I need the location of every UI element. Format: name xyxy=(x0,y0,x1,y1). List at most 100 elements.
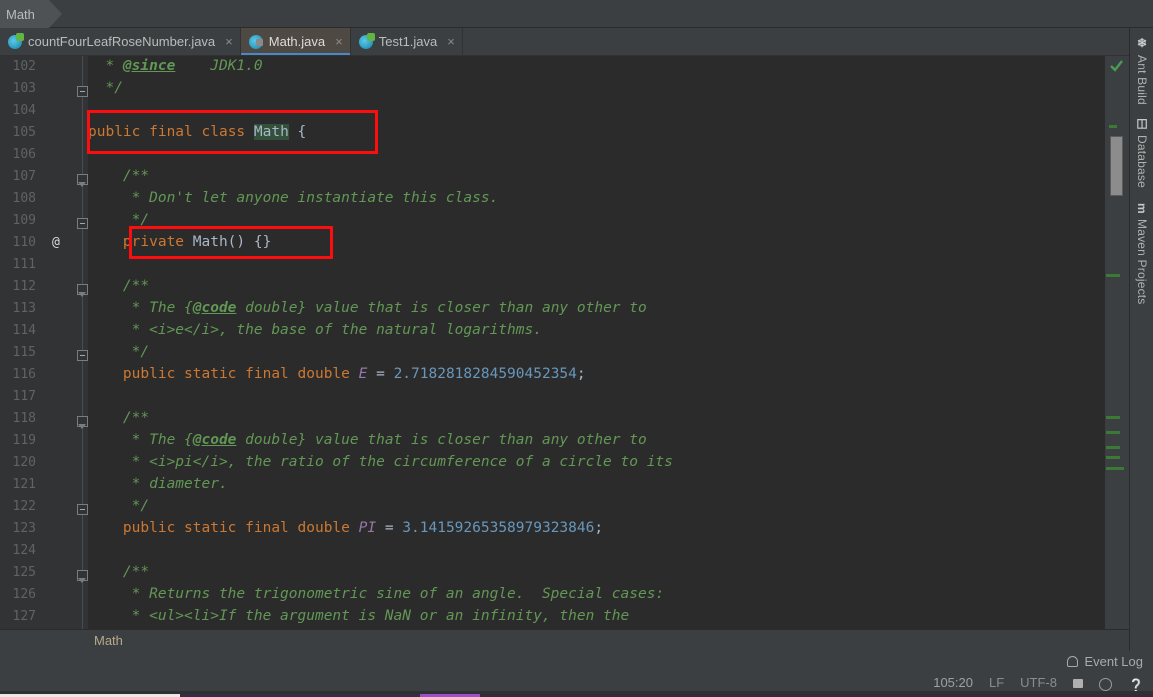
gear-icon[interactable] xyxy=(1099,678,1112,691)
code-token: * Don't let anyone instantiate this clas… xyxy=(88,190,499,206)
lock-icon[interactable] xyxy=(1073,679,1083,688)
code-line[interactable]: * Don't let anyone instantiate this clas… xyxy=(88,190,499,206)
vertical-scrollbar-thumb[interactable] xyxy=(1110,136,1123,196)
code-token: PI xyxy=(358,520,377,536)
code-line[interactable]: /** xyxy=(88,410,149,426)
line-number: 116 xyxy=(12,367,36,382)
tool-label: Ant Build xyxy=(1135,55,1149,105)
line-number: 117 xyxy=(12,389,36,404)
code-token: = xyxy=(376,520,403,536)
code-token: /** xyxy=(88,278,150,294)
line-number: 110 xyxy=(12,235,36,250)
code-line[interactable]: /** xyxy=(88,564,149,580)
code-token: { xyxy=(288,124,307,140)
line-number: 122 xyxy=(12,499,36,514)
editor-tab-1[interactable]: Math.java × xyxy=(240,28,351,55)
code-line[interactable]: private Math() {} xyxy=(88,234,271,250)
caret-position[interactable]: 105:20 xyxy=(933,675,973,690)
editor-tab-2[interactable]: Test1.java × xyxy=(350,28,463,55)
line-separator[interactable]: LF xyxy=(989,675,1004,690)
code-line[interactable]: * diameter. xyxy=(88,476,228,492)
fold-toggle-icon[interactable] xyxy=(77,86,88,97)
change-marker xyxy=(1106,446,1120,449)
code-token: public static final double xyxy=(88,366,359,382)
code-line[interactable]: * <i>pi</i>, the ratio of the circumfere… xyxy=(88,454,673,470)
line-number: 103 xyxy=(12,81,36,96)
line-number: 125 xyxy=(12,565,36,580)
line-number: 124 xyxy=(12,543,36,558)
code-line[interactable]: /** xyxy=(88,168,149,184)
code-line[interactable]: * @since JDK1.0 xyxy=(88,58,263,74)
code-token: class xyxy=(201,124,254,140)
line-number: 127 xyxy=(12,609,36,624)
editor-gutter[interactable]: 102 103 104 105 106 107 108 109 110 111 112 113 114 1… xyxy=(0,56,88,629)
code-editor[interactable]: 102 103 104 105 106 107 108 109 110 111 112 113 114 1… xyxy=(0,56,1129,629)
editor-tab-label: Math.java xyxy=(268,34,326,49)
java-class-icon xyxy=(8,32,24,49)
code-line[interactable]: * <ul><li>If the argument is NaN or an i… xyxy=(88,608,630,624)
change-marker xyxy=(1106,467,1124,470)
code-token: @code xyxy=(192,300,237,316)
code-line[interactable]: * <i>e</i>, the base of the natural loga… xyxy=(88,322,542,338)
code-token: public static final double xyxy=(88,520,359,536)
code-token: JDK1.0 xyxy=(175,58,263,74)
change-marker xyxy=(1109,125,1117,128)
code-line[interactable]: * The {@code double} value that is close… xyxy=(88,300,647,316)
close-icon[interactable]: × xyxy=(447,35,455,48)
code-line[interactable]: */ xyxy=(88,80,122,96)
code-token: ; xyxy=(594,520,604,536)
fold-toggle-icon[interactable] xyxy=(77,416,88,429)
maven-m-icon: m xyxy=(1135,203,1149,214)
breadcrumb-item-math[interactable]: Math xyxy=(0,0,62,28)
fold-toggle-icon[interactable] xyxy=(77,284,88,297)
code-token: * diameter. xyxy=(88,476,228,492)
line-number: 107 xyxy=(12,169,36,184)
tool-label: Database xyxy=(1135,135,1149,188)
breadcrumb-label: Math xyxy=(6,6,35,22)
code-line[interactable]: */ xyxy=(88,498,149,514)
fold-toggle-icon[interactable] xyxy=(77,218,88,229)
code-token: */ xyxy=(88,344,150,360)
top-breadcrumb-bar: Math xyxy=(0,0,1153,28)
code-line[interactable]: public final class Math { xyxy=(88,124,306,140)
code-line[interactable]: public static final double E = 2.7182818… xyxy=(88,366,586,382)
code-line[interactable]: /** xyxy=(88,278,149,294)
tool-button-ant-build[interactable]: ❄ Ant Build xyxy=(1130,36,1153,105)
tool-button-maven-projects[interactable]: m Maven Projects xyxy=(1130,203,1153,304)
code-token: double} value that is closer than any ot… xyxy=(236,432,647,448)
editor-tab-label: Test1.java xyxy=(378,34,438,49)
bottom-breadcrumb-label[interactable]: Math xyxy=(94,633,123,648)
fold-toggle-icon[interactable] xyxy=(77,350,88,361)
line-number: 106 xyxy=(12,147,36,162)
line-number: 126 xyxy=(12,587,36,602)
editor-marker-track[interactable] xyxy=(1105,56,1129,629)
code-content[interactable]: * @since JDK1.0 */ public final class Mat… xyxy=(88,56,1129,629)
editor-tab-0[interactable]: countFourLeafRoseNumber.java × xyxy=(0,28,241,55)
line-number: 102 xyxy=(12,59,36,74)
code-line[interactable]: */ xyxy=(88,212,149,228)
override-marker-icon[interactable]: @ xyxy=(52,235,60,250)
file-encoding[interactable]: UTF-8 xyxy=(1020,675,1057,690)
fold-toggle-icon[interactable] xyxy=(77,174,88,187)
code-line[interactable]: * Returns the trigonometric sine of an a… xyxy=(88,586,665,602)
fold-toggle-icon[interactable] xyxy=(77,570,88,583)
event-log-button[interactable]: Event Log xyxy=(1067,654,1143,669)
line-number: 115 xyxy=(12,345,36,360)
code-token: * <i>pi</i>, the ratio of the circumfere… xyxy=(88,454,673,470)
line-number: 121 xyxy=(12,477,36,492)
fold-toggle-icon[interactable] xyxy=(77,504,88,515)
code-line[interactable]: * The {@code double} value that is close… xyxy=(88,432,647,448)
event-log-label: Event Log xyxy=(1084,654,1143,669)
code-line[interactable]: */ xyxy=(88,344,149,360)
line-number: 113 xyxy=(12,301,36,316)
inspection-ok-check-icon[interactable] xyxy=(1110,60,1123,73)
close-icon[interactable]: × xyxy=(225,35,233,48)
code-line[interactable]: public static final double PI = 3.141592… xyxy=(88,520,603,536)
line-number: 119 xyxy=(12,433,36,448)
code-token: */ xyxy=(88,212,150,228)
line-number: 104 xyxy=(12,103,36,118)
close-icon[interactable]: × xyxy=(335,35,343,48)
code-token: Math() {} xyxy=(192,234,272,250)
help-icon[interactable]: ❔ xyxy=(1128,678,1144,693)
tool-button-database[interactable]: ◫ Database xyxy=(1130,116,1153,188)
